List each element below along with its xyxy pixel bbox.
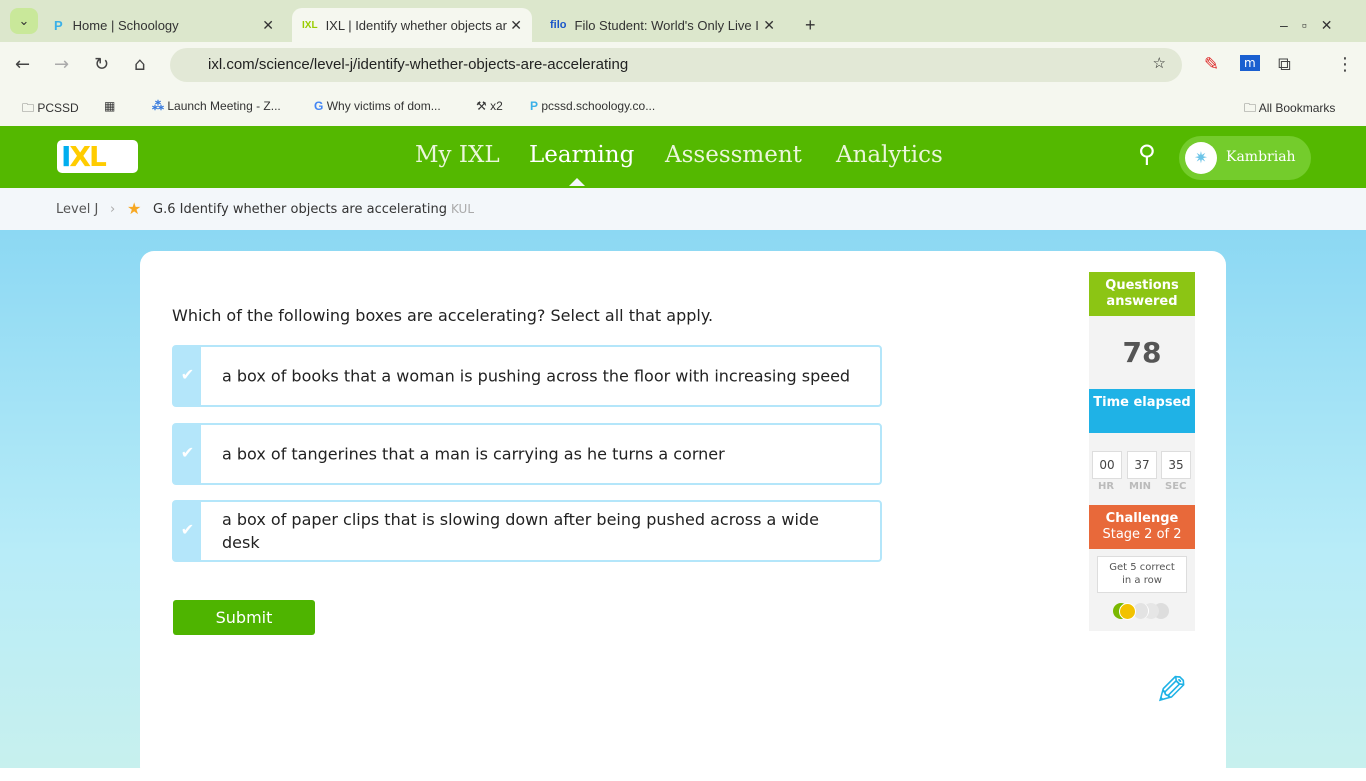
pen-extension-icon[interactable]: ✎ [1204,54,1219,75]
option-text: a box of paper clips that is slowing dow… [222,508,860,554]
user-menu[interactable]: ✷ Kambriah [1179,136,1311,180]
chevron-right-icon: › [110,202,115,217]
answer-option[interactable]: ✔ a box of paper clips that is slowing do… [172,500,882,562]
skill-code: KUL [451,202,474,216]
challenge-progress [1113,603,1173,619]
home-icon[interactable]: ⌂ [134,54,145,75]
min-label: MIN [1129,481,1151,492]
submit-button[interactable]: Submit [173,600,315,635]
menu-icon[interactable]: ⋮ [1336,54,1354,75]
skill-title: G.6 Identify whether objects are acceler… [153,202,447,217]
tab-title: Home | Schoology [73,18,179,33]
ixl-icon: IXL [302,20,318,31]
bookmark-label: PCSSD [37,101,78,115]
star-icon: ★ [127,199,141,218]
bookmark-pcssd[interactable]: 🗀 PCSSD [22,99,79,120]
all-bookmarks[interactable]: 🗀 All Bookmarks [1244,99,1335,120]
challenge-goal: Get 5 correct in a row [1097,556,1187,593]
scratchpad-pencil-icon[interactable]: ✎ [1146,672,1192,706]
answer-option[interactable]: ✔ a box of books that a woman is pushing … [172,345,882,407]
bookmark-label: All Bookmarks [1259,101,1336,115]
bookmark-why-victims[interactable]: G Why victims of dom... [314,99,441,113]
checkbox-icon[interactable]: ✔ [174,425,201,483]
time-elapsed-label: Time elapsed [1089,389,1195,433]
challenge-label: Challenge [1089,511,1195,527]
apps-icon[interactable]: ▦ [104,99,115,113]
extensions-icon[interactable]: ⧉ [1278,54,1291,75]
close-icon[interactable]: ✕ [510,17,522,34]
practice-area: Which of the following boxes are acceler… [0,230,1366,768]
bookmark-label: pcssd.schoology.co... [541,99,655,113]
challenge-stage: Stage 2 of 2 [1089,527,1195,543]
timer-minutes: 37 [1127,451,1157,479]
new-tab-button[interactable]: + [795,8,826,42]
questions-answered-count: 78 [1089,316,1195,389]
tab-title: Filo Student: World's Only Live I [575,18,759,33]
sec-label: SEC [1165,481,1186,492]
close-icon[interactable]: ✕ [763,17,775,34]
url-text: ixl.com/science/level-j/identify-whether… [208,56,628,73]
questions-answered-label: Questions answered [1089,272,1195,316]
extension-icon[interactable]: m [1240,55,1260,71]
window-controls[interactable]: –▫✕ [1270,8,1356,42]
nav-assessment[interactable]: Assessment [665,142,802,168]
close-icon[interactable]: ✕ [262,17,274,34]
nav-analytics[interactable]: Analytics [836,142,943,168]
option-text: a box of tangerines that a man is carryi… [222,443,860,466]
bookmark-x2[interactable]: ⚒ x2 [476,99,503,113]
checkbox-icon[interactable]: ✔ [174,347,201,405]
nav-my-ixl[interactable]: My IXL [415,142,500,168]
star-icon[interactable]: ☆ [1153,54,1166,72]
tab-search-button[interactable]: ⌄ [10,8,38,34]
question-card: Which of the following boxes are acceler… [140,251,1226,781]
reload-icon[interactable]: ↻ [94,54,109,75]
bookmark-schoology[interactable]: P pcssd.schoology.co... [530,99,655,113]
ixl-logo[interactable]: IXL [57,140,138,173]
browser-toolbar: ← → ↻ ⌂ ixl.com/science/level-j/identify… [0,42,1366,88]
answer-option[interactable]: ✔ a box of tangerines that a man is carry… [172,423,882,485]
active-nav-indicator [569,178,585,186]
hr-label: HR [1098,481,1114,492]
option-text: a box of books that a woman is pushing a… [222,365,860,388]
checkbox-icon[interactable]: ✔ [174,502,201,560]
forward-icon[interactable]: → [54,54,69,75]
tab-filo[interactable]: filo Filo Student: World's Only Live I ✕ [540,8,785,42]
nav-learning[interactable]: Learning [529,142,634,168]
avatar: ✷ [1185,142,1217,174]
question-prompt: Which of the following boxes are acceler… [172,306,713,325]
bookmarks-bar: 🗀 PCSSD ▦ ⁂ Launch Meeting - Z... G Why … [0,88,1366,126]
tab-schoology[interactable]: P Home | Schoology ✕ [44,8,284,42]
filo-icon: filo [550,19,567,31]
tab-title: IXL | Identify whether objects ar [326,18,507,33]
breadcrumb: Level J › ★ G.6 Identify whether objects… [0,188,1366,230]
bookmark-launch-meeting[interactable]: ⁂ Launch Meeting - Z... [152,99,281,113]
timer-hours: 00 [1092,451,1122,479]
breadcrumb-level[interactable]: Level J [56,202,98,217]
tab-strip: ⌄ P Home | Schoology ✕ IXL IXL | Identify w… [0,0,1366,42]
challenge-banner: ChallengeStage 2 of 2 [1089,505,1195,549]
bookmark-label: Launch Meeting - Z... [167,99,280,113]
address-bar[interactable]: ixl.com/science/level-j/identify-whether… [170,48,1182,82]
progress-dot-current [1119,603,1136,620]
stats-sidebar: Questions answered 78 Time elapsed 00 37… [1089,272,1195,631]
search-icon[interactable]: ⚲ [1138,140,1156,168]
ixl-header: IXL My IXL Learning Assessment Analytics… [0,126,1366,188]
timer-seconds: 35 [1161,451,1191,479]
bookmark-label: Why victims of dom... [327,99,441,113]
schoology-icon: P [54,18,63,33]
bookmark-label: x2 [490,99,503,113]
username: Kambriah [1226,149,1296,165]
tab-ixl[interactable]: IXL IXL | Identify whether objects ar✕ [292,8,532,42]
back-icon[interactable]: ← [15,54,30,75]
